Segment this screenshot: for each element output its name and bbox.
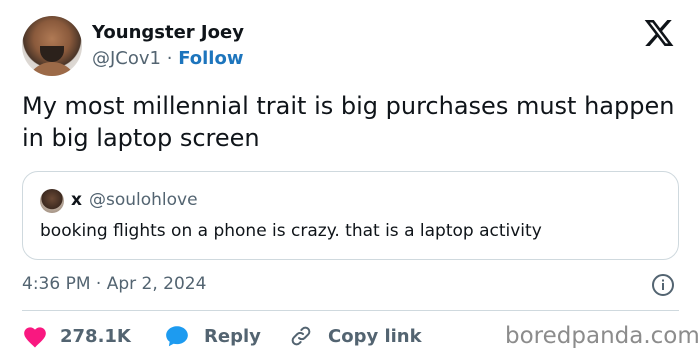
reply-button[interactable]: Reply (164, 322, 261, 350)
reply-label: Reply (204, 325, 261, 347)
tweet-text: My most millennial trait is big purchase… (22, 92, 675, 152)
avatar-beard (40, 46, 64, 62)
actions-divider (22, 310, 679, 311)
tweet-card: Youngster Joey @JCov1 · Follow My most m… (0, 0, 700, 362)
quoted-display-name: x (71, 190, 82, 210)
info-icon[interactable] (651, 273, 675, 297)
heart-icon (24, 327, 46, 348)
author-display-name[interactable]: Youngster Joey (92, 22, 244, 43)
quoted-avatar (40, 189, 64, 213)
quoted-tweet[interactable]: x @soulohlove booking flights on a phone… (22, 171, 679, 260)
copy-link-button[interactable]: Copy link (288, 322, 422, 350)
tweet-timestamp[interactable]: 4:36 PM · Apr 2, 2024 (22, 274, 206, 294)
watermark: boredpanda.com (505, 323, 700, 349)
quoted-text: booking flights on a phone is crazy. tha… (40, 221, 542, 241)
like-count: 278.1K (60, 325, 131, 347)
author-avatar[interactable] (22, 16, 82, 76)
like-button[interactable]: 278.1K (22, 322, 131, 350)
link-icon (291, 326, 311, 346)
copy-link-label: Copy link (328, 325, 422, 347)
x-logo-icon[interactable] (642, 17, 676, 49)
author-handle[interactable]: @JCov1 (92, 48, 161, 69)
handle-separator: · (166, 48, 173, 69)
quoted-handle: @soulohlove (89, 190, 198, 210)
follow-button[interactable]: Follow (178, 48, 243, 69)
speech-bubble-icon (166, 326, 188, 347)
author-handle-row: @JCov1 · Follow (92, 48, 243, 69)
avatar-shoulders (26, 62, 78, 76)
